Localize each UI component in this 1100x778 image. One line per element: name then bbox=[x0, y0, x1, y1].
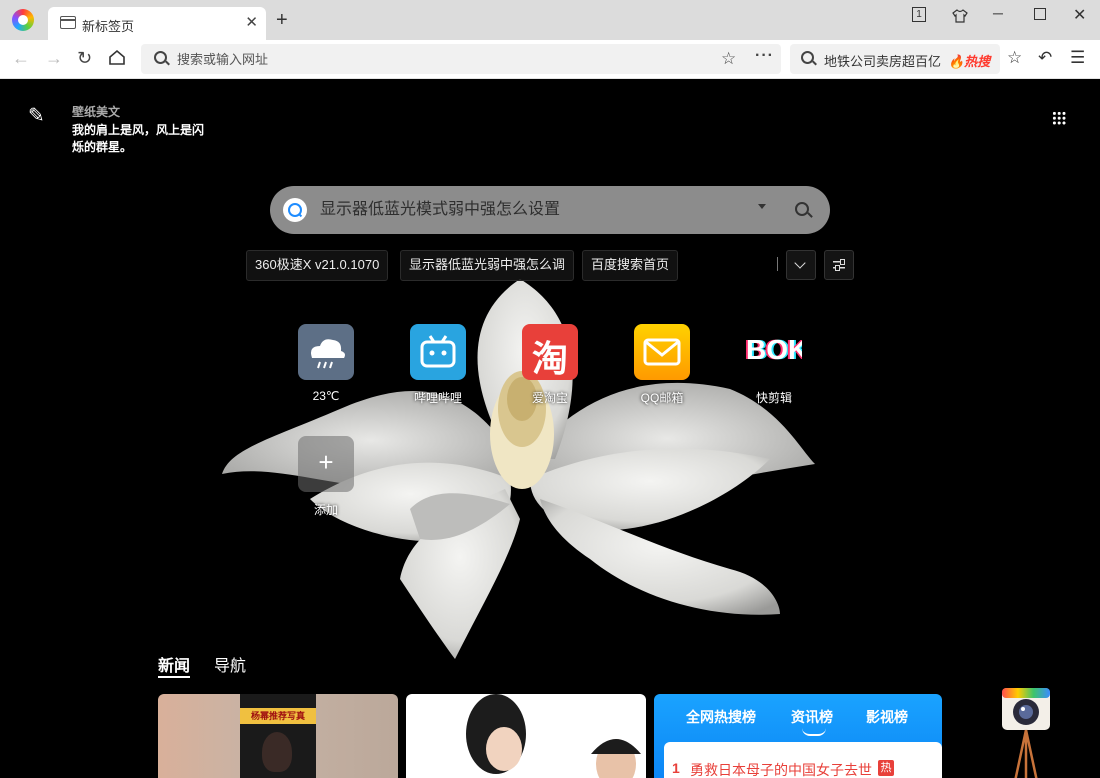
mail-icon bbox=[634, 324, 690, 380]
shortcut-kuaijianji[interactable]: BOK 快剪辑 bbox=[734, 324, 814, 406]
main-search-input[interactable] bbox=[320, 186, 740, 234]
shortcut-label: 23℃ bbox=[312, 389, 340, 403]
close-window-icon[interactable]: ✕ bbox=[1073, 5, 1086, 25]
kuaijianji-icon: BOK bbox=[746, 324, 802, 380]
shortcut-add[interactable]: + 添加 bbox=[286, 436, 366, 518]
main-search-box[interactable] bbox=[270, 186, 830, 234]
undo-icon[interactable]: ↶ bbox=[1038, 48, 1052, 68]
favorites-list-icon[interactable]: ☆ bbox=[1007, 48, 1022, 68]
tab-navigation[interactable]: 导航 bbox=[214, 652, 246, 676]
page-icon bbox=[60, 16, 76, 29]
suggestion-chip[interactable]: 百度搜索首页 bbox=[582, 250, 679, 281]
shortcut-label: 哔哩哔哩 bbox=[413, 391, 462, 405]
new-tab-plus-icon[interactable]: + bbox=[276, 10, 288, 30]
apps-grid-icon[interactable] bbox=[1052, 111, 1066, 125]
ranking-list: 1 勇救日本母子的中国女子去世 热 bbox=[664, 742, 942, 778]
kj-logo-text: BOK bbox=[746, 334, 802, 365]
hot-badge: 🔥热搜 bbox=[948, 54, 991, 69]
search-icon bbox=[154, 51, 167, 64]
quill-icon[interactable]: ✎ bbox=[28, 103, 45, 128]
search-icon bbox=[801, 51, 814, 64]
more-dots-icon[interactable]: ··· bbox=[755, 47, 774, 65]
expand-suggestions-button[interactable] bbox=[786, 250, 816, 280]
forward-icon[interactable]: → bbox=[45, 48, 63, 68]
skin-shirt-icon[interactable] bbox=[952, 8, 968, 27]
taobao-icon: 淘 bbox=[522, 324, 578, 380]
ranking-tab-all[interactable]: 全网热搜榜 bbox=[686, 707, 756, 727]
tab-title: 新标签页 bbox=[82, 19, 135, 34]
suggestion-chip[interactable]: 显示器低蓝光弱中强怎么调 bbox=[400, 250, 575, 281]
wallpaper-label: 壁纸美文 bbox=[72, 105, 121, 119]
shortcut-label: 快剪辑 bbox=[755, 391, 792, 405]
shortcut-bilibili[interactable]: 哔哩哔哩 bbox=[398, 324, 478, 406]
new-tab-page: ✎ 壁纸美文 我的肩上是风，风上是闪烁的群星。 显示器低蓝光模式弱中强怎么设置 … bbox=[0, 79, 1100, 778]
news-card[interactable]: 杨幂推荐写真 bbox=[158, 694, 398, 778]
active-tab-underline bbox=[158, 676, 190, 678]
sliders-icon bbox=[833, 259, 845, 271]
taobao-char: 淘 bbox=[531, 338, 568, 379]
bookmark-star-icon[interactable]: ☆ bbox=[721, 49, 736, 69]
maximize-icon[interactable] bbox=[1034, 8, 1046, 20]
search-engine-logo-icon[interactable] bbox=[283, 198, 307, 222]
shortcut-label: QQ邮箱 bbox=[640, 391, 684, 405]
ranking-title[interactable]: 勇救日本母子的中国女子去世 bbox=[690, 760, 872, 778]
hot-tag: 热 bbox=[878, 760, 894, 776]
plus-icon: + bbox=[298, 436, 354, 492]
news-thumbnail bbox=[466, 694, 641, 778]
shortcut-label: 爱淘宝 bbox=[531, 391, 568, 405]
address-bar[interactable]: ☆ ··· bbox=[141, 44, 781, 74]
search-icon[interactable] bbox=[795, 202, 809, 216]
ranking-number: 1 bbox=[672, 760, 680, 776]
wallpaper-quote: 我的肩上是风，风上是闪烁的群星。 bbox=[72, 123, 205, 154]
divider bbox=[777, 257, 778, 271]
shortcut-weather[interactable]: 23℃ bbox=[286, 324, 366, 403]
toolbar: ← → ↻ ☆ ··· 地铁公司卖房超百亿 🔥热搜 ☆ ↶ ☰ bbox=[0, 40, 1100, 79]
news-card[interactable] bbox=[406, 694, 646, 778]
shortcut-taobao[interactable]: 淘 爱淘宝 bbox=[510, 324, 590, 406]
news-thumbnail: 杨幂推荐写真 bbox=[240, 694, 316, 778]
menu-icon[interactable]: ☰ bbox=[1070, 48, 1085, 68]
thumbnail-caption: 杨幂推荐写真 bbox=[240, 708, 316, 724]
weather-rain-icon bbox=[298, 324, 354, 380]
bilibili-icon bbox=[410, 324, 466, 380]
chevron-down-icon bbox=[794, 257, 806, 269]
shortcut-label: 添加 bbox=[313, 503, 338, 517]
hot-search-box[interactable]: 地铁公司卖房超百亿 🔥热搜 bbox=[790, 44, 1000, 74]
tab-new-tab[interactable]: 新标签页 ✕ bbox=[48, 7, 266, 40]
suggestion-chip[interactable]: 360极速X v21.0.1070 bbox=[246, 250, 389, 281]
tab-count-icon[interactable]: 1 bbox=[912, 7, 926, 22]
hot-search-text[interactable]: 地铁公司卖房超百亿 bbox=[824, 51, 941, 70]
ranking-tab-video[interactable]: 影视榜 bbox=[866, 707, 908, 727]
tab-close-icon[interactable]: ✕ bbox=[245, 13, 258, 31]
shortcut-qqmail[interactable]: QQ邮箱 bbox=[622, 324, 702, 406]
camera-widget-icon[interactable] bbox=[1000, 686, 1052, 778]
minimize-icon[interactable]: ─ bbox=[993, 5, 1003, 21]
tab-news[interactable]: 新闻 bbox=[158, 652, 190, 676]
home-icon[interactable] bbox=[108, 49, 126, 70]
settings-sliders-button[interactable] bbox=[824, 250, 854, 280]
ranking-tab-news[interactable]: 资讯榜 bbox=[791, 707, 833, 727]
refresh-icon[interactable]: ↻ bbox=[77, 48, 92, 68]
active-ranking-indicator bbox=[802, 728, 826, 736]
browser-logo-icon[interactable] bbox=[12, 9, 34, 31]
engine-dropdown-icon[interactable] bbox=[758, 204, 766, 209]
ranking-card: 全网热搜榜 资讯榜 影视榜 1 勇救日本母子的中国女子去世 热 bbox=[654, 694, 942, 778]
back-icon[interactable]: ← bbox=[12, 48, 30, 68]
address-input[interactable] bbox=[177, 44, 707, 74]
title-bar: 新标签页 ✕ + 1 ─ ✕ bbox=[0, 0, 1100, 40]
